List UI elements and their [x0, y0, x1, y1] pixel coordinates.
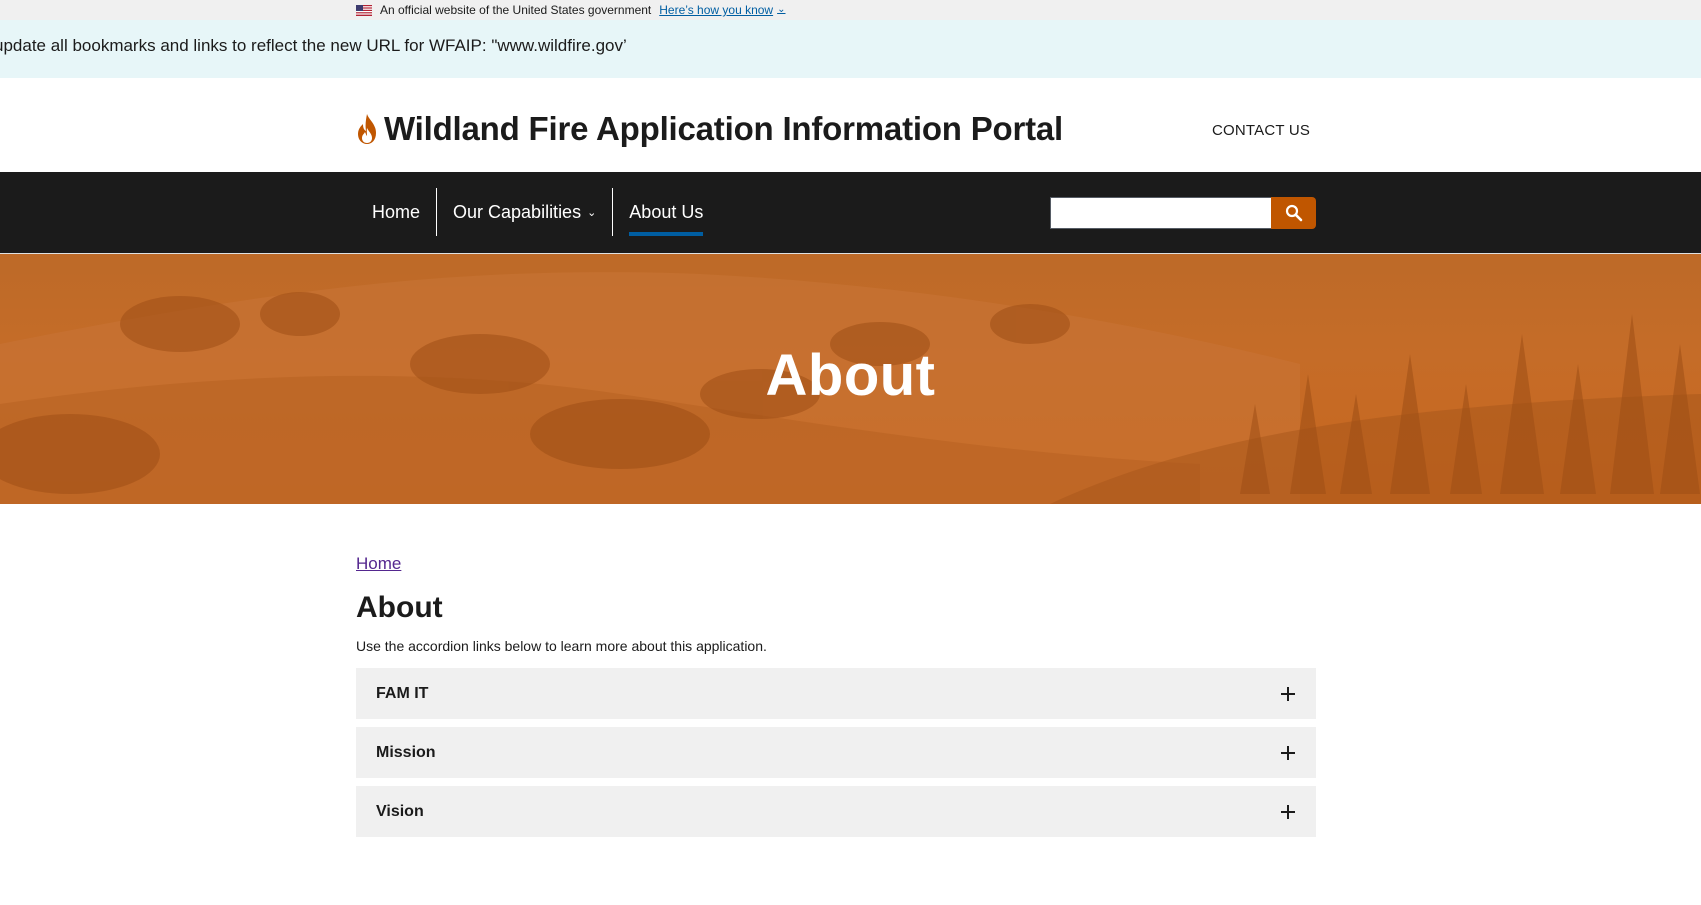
plus-icon [1281, 745, 1295, 760]
nav-item-home[interactable]: Home [356, 188, 436, 236]
heres-how-you-know-label: Here’s how you know [659, 3, 774, 17]
page-title: About [356, 591, 443, 624]
plus-icon [1281, 804, 1295, 819]
heres-how-you-know-link[interactable]: Here’s how you know ⌄ [659, 3, 785, 17]
nav-item-our-capabilities[interactable]: Our Capabilities ⌄ [436, 188, 612, 236]
search-input[interactable] [1050, 197, 1271, 229]
hero-title: About [765, 343, 936, 408]
site-header: Wildland Fire Application Information Po… [0, 78, 1701, 172]
search-form [1050, 197, 1316, 229]
accordion: FAM IT Mission Vision [356, 668, 1316, 837]
chevron-down-icon: ⌄ [777, 3, 786, 15]
gov-banner: An official website of the United States… [0, 0, 1701, 20]
alert-text: update all bookmarks and links to reflec… [0, 36, 627, 55]
accordion-item-vision[interactable]: Vision [356, 786, 1316, 837]
site-title: Wildland Fire Application Information Po… [384, 110, 1064, 147]
contact-us-link[interactable]: CONTACT US [1212, 122, 1310, 139]
breadcrumb-home-link[interactable]: Home [356, 554, 401, 574]
nav-item-label: Our Capabilities [453, 201, 582, 222]
nav-item-label: Home [372, 201, 421, 222]
flame-icon [358, 114, 376, 144]
accordion-item-fam-it[interactable]: FAM IT [356, 668, 1316, 719]
accordion-item-label: FAM IT [376, 684, 429, 702]
main-navigation: Home Our Capabilities ⌄ About Us [0, 172, 1701, 254]
search-icon [1285, 204, 1302, 222]
accordion-item-label: Mission [376, 743, 436, 761]
plus-icon [1281, 686, 1295, 701]
accordion-item-mission[interactable]: Mission [356, 727, 1316, 778]
alert-banner: update all bookmarks and links to reflec… [0, 20, 1701, 78]
intro-text: Use the accordion links below to learn m… [356, 638, 767, 654]
hero-banner: About [0, 254, 1701, 504]
nav-item-label: About Us [629, 201, 704, 222]
search-button[interactable] [1271, 197, 1316, 229]
chevron-down-icon: ⌄ [587, 206, 597, 219]
gov-banner-text: An official website of the United States… [380, 3, 652, 17]
nav-item-about-us[interactable]: About Us [612, 188, 719, 236]
main-content: Home About Use the accordion links below… [0, 504, 1701, 837]
accordion-item-label: Vision [376, 802, 424, 820]
site-logo[interactable]: Wildland Fire Application Information Po… [356, 110, 1063, 148]
us-flag-icon [356, 4, 372, 16]
